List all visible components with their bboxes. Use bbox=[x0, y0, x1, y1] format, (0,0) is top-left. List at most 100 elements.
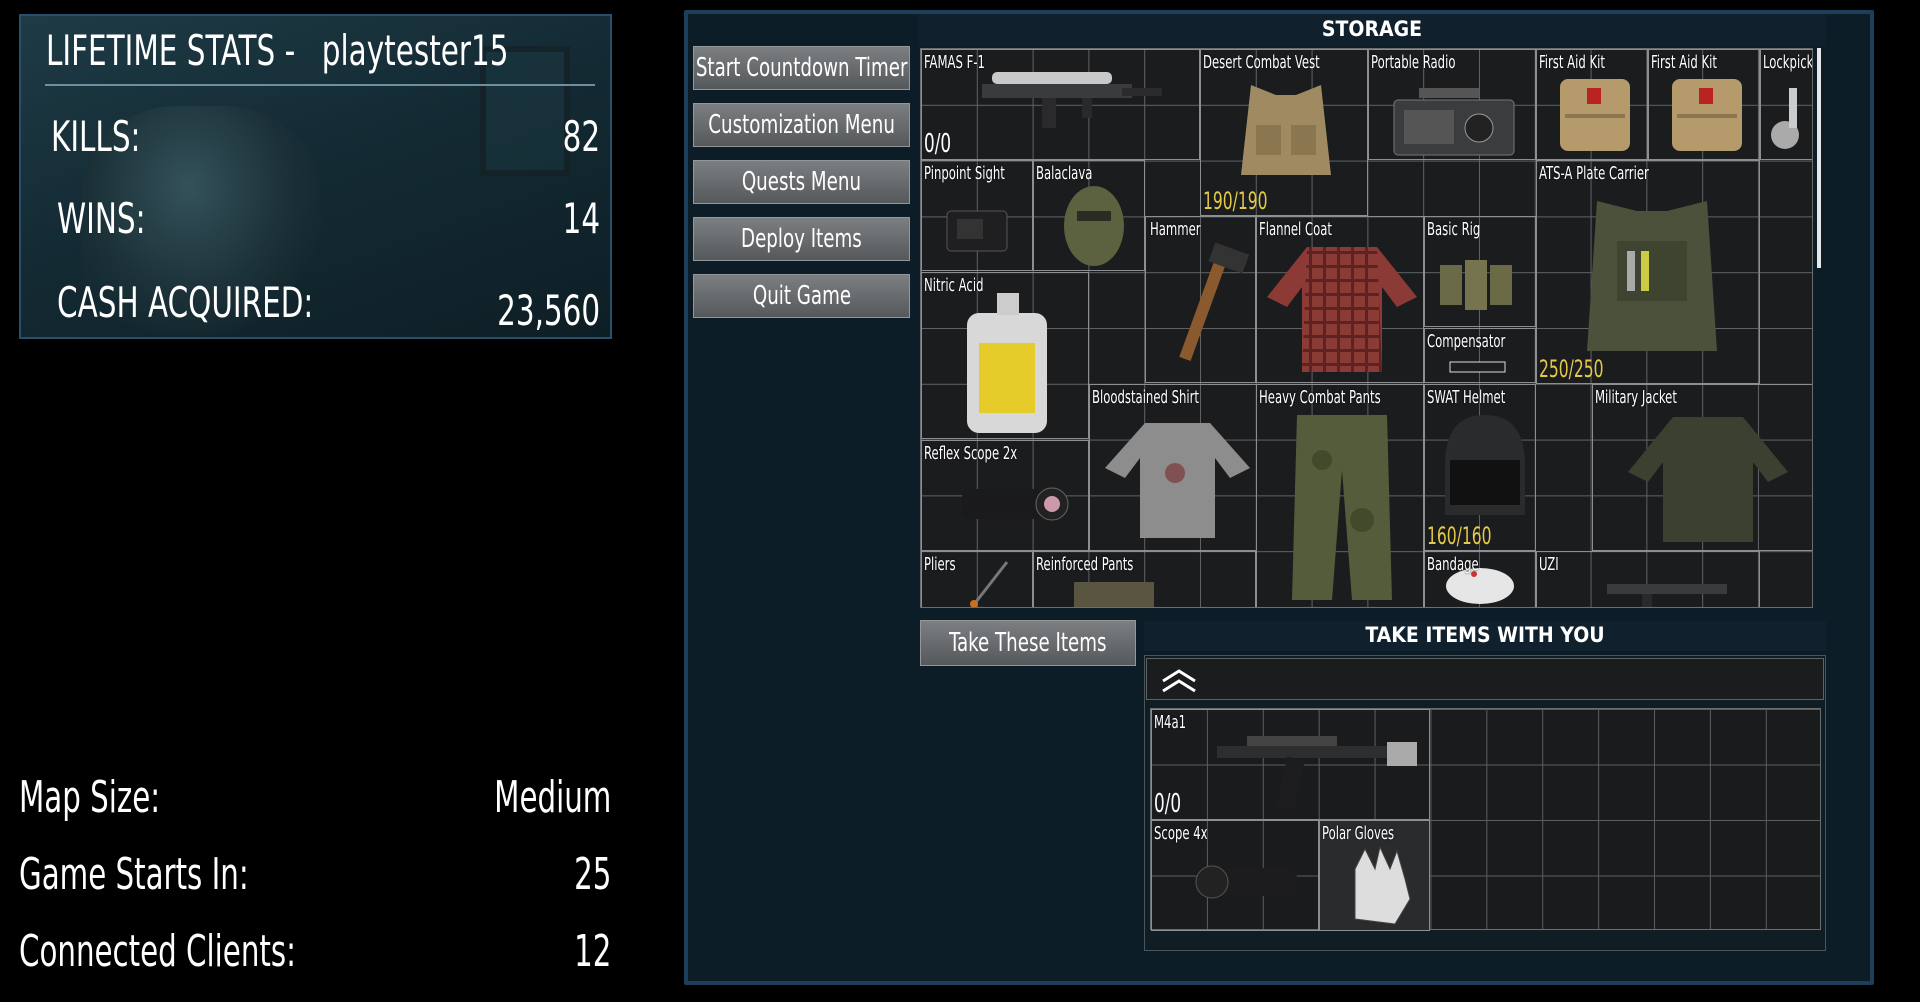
storage-item-military-jacket[interactable]: Military Jacket bbox=[1592, 384, 1812, 551]
storage-item-ats-a-plate-carrier[interactable]: ATS-A Plate Carrier 250/250 bbox=[1536, 160, 1760, 384]
item-name: ATS-A Plate Carrier bbox=[1539, 163, 1649, 184]
stat-row-wins: WINS: 14 bbox=[51, 194, 600, 244]
stat-label: WINS: bbox=[57, 194, 146, 243]
sight-icon bbox=[946, 210, 1008, 252]
storage-grid[interactable]: FAMAS F-1 0/0 Desert Combat Vest 190/190… bbox=[920, 48, 1813, 608]
stat-value: 14 bbox=[562, 194, 600, 243]
medkit-icon bbox=[1672, 79, 1742, 151]
storage-item-compensator[interactable]: Compensator bbox=[1424, 328, 1536, 383]
double-chevron-up-icon[interactable] bbox=[1159, 665, 1199, 695]
take-item-polar-gloves[interactable]: Polar Gloves bbox=[1319, 820, 1430, 931]
deploy-items-button[interactable]: Deploy Items bbox=[693, 217, 910, 261]
info-label: Game Starts In: bbox=[19, 849, 249, 900]
storage-item-balaclava[interactable]: Balaclava bbox=[1033, 160, 1145, 271]
coat-icon bbox=[1267, 247, 1417, 372]
scope-icon bbox=[962, 487, 1069, 521]
info-label: Connected Clients: bbox=[19, 926, 297, 977]
customization-menu-button[interactable]: Customization Menu bbox=[693, 103, 910, 147]
info-game-starts-in: Game Starts In: 25 bbox=[19, 849, 611, 905]
take-item-m4a1[interactable]: M4a1 0/0 bbox=[1151, 709, 1430, 820]
info-connected-clients: Connected Clients: 12 bbox=[19, 926, 611, 982]
quit-game-button[interactable]: Quit Game bbox=[693, 274, 910, 318]
storage-item-heavy-combat-pants[interactable]: Heavy Combat Pants bbox=[1256, 384, 1424, 607]
item-name: Pliers bbox=[924, 554, 956, 575]
stat-value: 82 bbox=[562, 112, 600, 161]
item-durability: 0/0 bbox=[924, 129, 952, 159]
storage-item-bloodstained-shirt[interactable]: Bloodstained Shirt bbox=[1089, 384, 1257, 551]
plate-carrier-icon bbox=[1587, 201, 1717, 351]
button-label: Deploy Items bbox=[741, 224, 862, 254]
storage-item-nitric-acid[interactable]: Nitric Acid bbox=[921, 272, 1089, 439]
item-name: M4a1 bbox=[1154, 712, 1187, 733]
storage-item-uzi[interactable]: UZI bbox=[1536, 551, 1760, 607]
item-name: Nitric Acid bbox=[924, 275, 984, 296]
pants-icon bbox=[1292, 415, 1392, 600]
button-label: Start Countdown Timer bbox=[695, 53, 908, 83]
storage-item-desert-combat-vest[interactable]: Desert Combat Vest 190/190 bbox=[1200, 49, 1368, 216]
storage-item-pliers[interactable]: Pliers bbox=[921, 551, 1033, 607]
storage-item-portable-radio[interactable]: Portable Radio bbox=[1368, 49, 1536, 160]
helmet-icon bbox=[1445, 415, 1525, 515]
item-name: FAMAS F-1 bbox=[924, 52, 985, 73]
acid-jug-icon bbox=[967, 293, 1047, 433]
quests-menu-button[interactable]: Quests Menu bbox=[693, 160, 910, 204]
take-item-scope-4x[interactable]: Scope 4x bbox=[1151, 820, 1319, 931]
item-name: Desert Combat Vest bbox=[1203, 52, 1320, 73]
stats-title-label: LIFETIME STATS - bbox=[46, 26, 296, 75]
scope-icon bbox=[1195, 865, 1297, 899]
smg-icon bbox=[1607, 584, 1727, 607]
jacket-icon bbox=[1628, 417, 1788, 542]
storage-item-swat-helmet[interactable]: SWAT Helmet 160/160 bbox=[1424, 384, 1536, 551]
button-label: Customization Menu bbox=[708, 110, 895, 140]
info-value: 12 bbox=[573, 926, 611, 977]
item-durability: 250/250 bbox=[1539, 355, 1604, 383]
item-name: Flannel Coat bbox=[1259, 219, 1332, 240]
item-name: Military Jacket bbox=[1595, 387, 1677, 408]
take-items-grid[interactable]: M4a1 0/0 Scope 4x Polar Gloves bbox=[1150, 708, 1821, 931]
item-name: Scope 4x bbox=[1154, 823, 1208, 844]
storage-item-first-aid-kit[interactable]: First Aid Kit bbox=[1536, 49, 1648, 160]
collapse-bar[interactable] bbox=[1146, 658, 1824, 700]
lifetime-stats-card: LIFETIME STATS - playtester15 KILLS: 82 W… bbox=[19, 14, 612, 339]
item-name: Lockpick bbox=[1763, 52, 1813, 73]
storage-item-basic-rig[interactable]: Basic Rig bbox=[1424, 216, 1536, 327]
info-label: Map Size: bbox=[19, 772, 161, 823]
item-name: First Aid Kit bbox=[1651, 52, 1717, 73]
gloves-icon bbox=[1354, 845, 1411, 925]
storage-item-flannel-coat[interactable]: Flannel Coat bbox=[1256, 216, 1424, 383]
stat-row-kills: KILLS: 82 bbox=[51, 112, 600, 162]
pants-icon bbox=[1074, 582, 1154, 607]
storage-item-famas[interactable]: FAMAS F-1 0/0 bbox=[921, 49, 1200, 160]
stats-username: playtester15 bbox=[321, 26, 509, 75]
info-value: 25 bbox=[573, 849, 611, 900]
item-durability: 160/160 bbox=[1427, 522, 1492, 550]
stat-row-cash: CASH ACQUIRED: 23,560 bbox=[51, 278, 600, 335]
item-name: Basic Rig bbox=[1427, 219, 1481, 240]
storage-item-hammer[interactable]: Hammer bbox=[1145, 216, 1256, 383]
storage-item-reinforced-pants[interactable]: Reinforced Pants bbox=[1033, 551, 1256, 607]
button-label: Quests Menu bbox=[741, 167, 862, 197]
item-name: First Aid Kit bbox=[1539, 52, 1605, 73]
item-name: Reflex Scope 2x bbox=[924, 443, 1018, 464]
item-name: UZI bbox=[1539, 554, 1559, 575]
storage-scrollbar[interactable] bbox=[1817, 48, 1821, 268]
button-label: Quit Game bbox=[752, 281, 851, 311]
lockpick-icon bbox=[1771, 88, 1799, 149]
vest-icon bbox=[1241, 85, 1331, 175]
storage-item-lockpick[interactable]: Lockpick bbox=[1760, 49, 1813, 160]
medkit-icon bbox=[1560, 79, 1630, 151]
item-name: Bandage bbox=[1427, 554, 1479, 575]
pliers-icon bbox=[970, 561, 1009, 607]
storage-item-bandage[interactable]: Bandage bbox=[1424, 551, 1536, 607]
rifle-icon bbox=[982, 72, 1162, 128]
storage-header: STORAGE bbox=[918, 14, 1826, 46]
start-countdown-timer-button[interactable]: Start Countdown Timer bbox=[693, 46, 910, 90]
storage-item-first-aid-kit-2[interactable]: First Aid Kit bbox=[1648, 49, 1760, 160]
storage-item-reflex-scope-2x[interactable]: Reflex Scope 2x bbox=[921, 440, 1089, 551]
storage-item-pinpoint-sight[interactable]: Pinpoint Sight bbox=[921, 160, 1033, 271]
item-name: Heavy Combat Pants bbox=[1259, 387, 1381, 408]
hammer-icon bbox=[1179, 242, 1250, 362]
take-these-items-button[interactable]: Take These Items bbox=[920, 620, 1136, 666]
compensator-icon bbox=[1449, 361, 1506, 373]
info-map-size: Map Size: Medium bbox=[19, 772, 611, 828]
